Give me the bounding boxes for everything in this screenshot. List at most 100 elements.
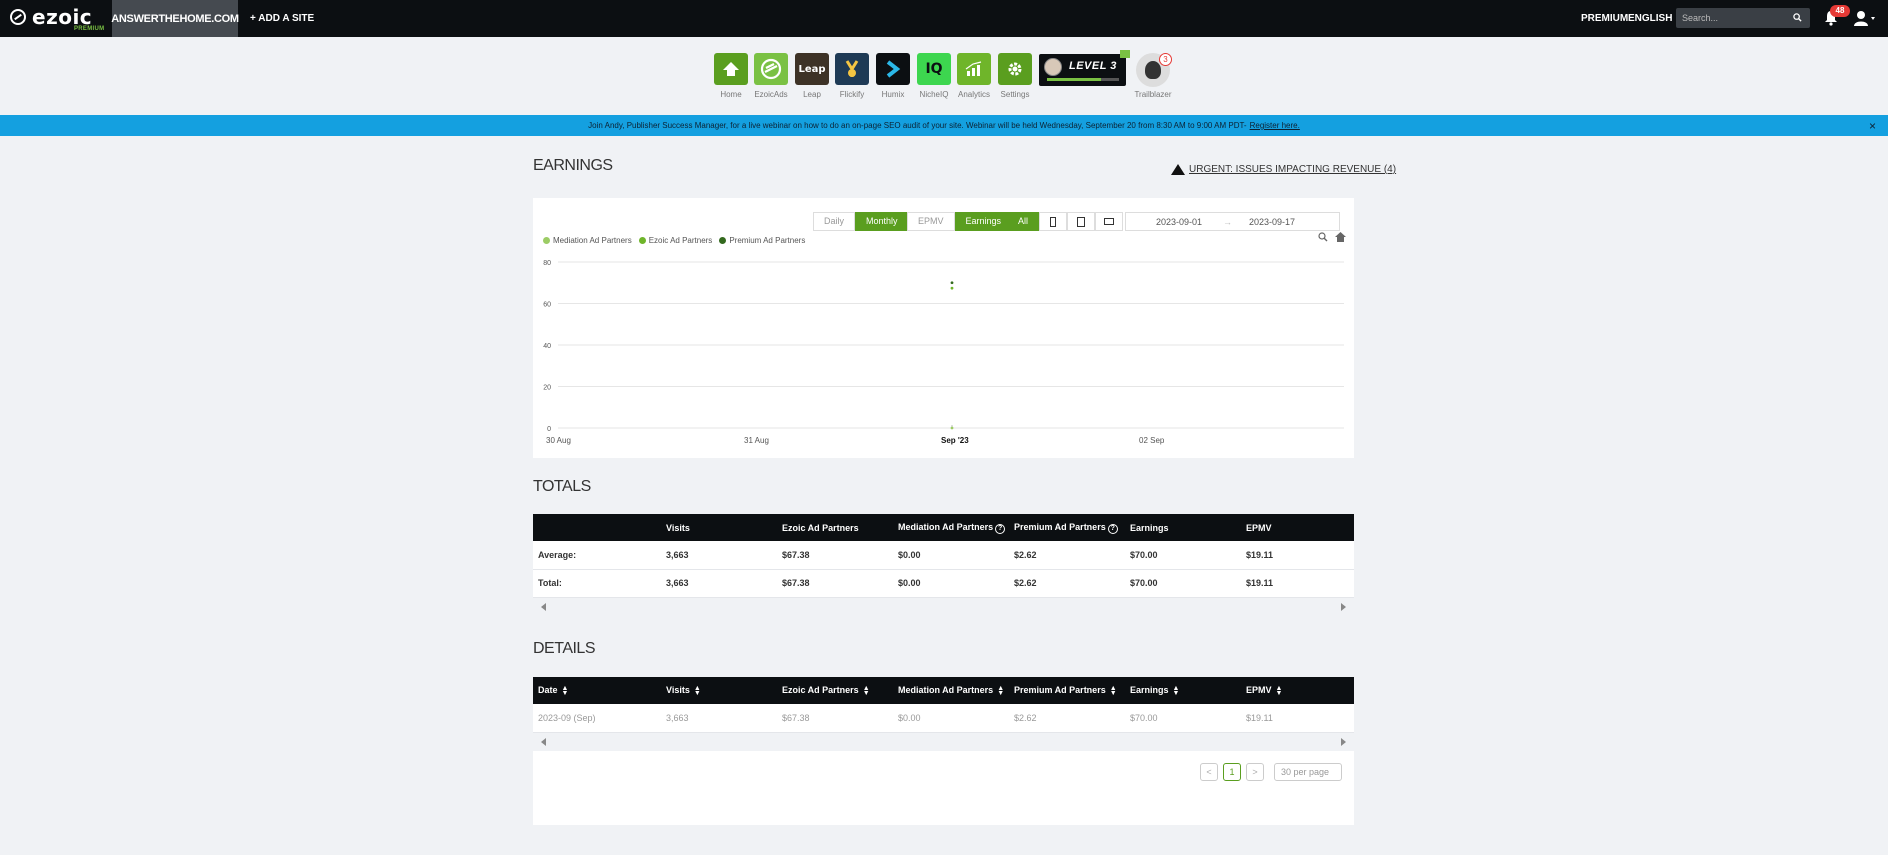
- sortable-header-earnings[interactable]: Earnings ▲ ▼: [1125, 677, 1241, 704]
- app-tile: [754, 53, 788, 85]
- add-site-link[interactable]: + ADD A SITE: [250, 0, 314, 37]
- table-row[interactable]: 2023-09 (Sep) 3,663 $67.38 $0.00 $2.62 $…: [533, 704, 1354, 733]
- search-input[interactable]: [1682, 11, 1782, 25]
- gear-icon: [1008, 62, 1022, 76]
- cell: 3,663: [661, 569, 777, 598]
- app-tile: [835, 53, 869, 85]
- sortable-header-date[interactable]: Date ▲ ▼: [533, 677, 661, 704]
- premium-link[interactable]: PREMIUM: [1581, 0, 1628, 37]
- app-nicheiq[interactable]: IQ NicheIQ: [917, 53, 951, 99]
- app-humix[interactable]: Humix: [876, 53, 910, 99]
- cell: $0.00: [893, 541, 1009, 570]
- app-tile: Leap: [795, 53, 829, 85]
- col-header-label: EPMV: [1246, 685, 1272, 696]
- cell: $19.11: [1241, 704, 1354, 733]
- app-tile: [714, 53, 748, 85]
- user-icon: [1854, 11, 1875, 26]
- details-title: DETAILS: [533, 640, 596, 657]
- table-header-row: Date ▲ ▼ Visits ▲ ▼ Ezoic Ad Partners ▲ ▼ Medi…: [533, 677, 1354, 704]
- col-header-premium: Premium Ad Partners?: [1009, 514, 1125, 541]
- user-menu[interactable]: [1854, 10, 1876, 26]
- app-label: Settings: [1000, 90, 1030, 99]
- earnings-title: EARNINGS: [533, 157, 613, 174]
- scroll-left-icon[interactable]: [541, 737, 546, 746]
- cell: 3,663: [661, 541, 777, 570]
- sortable-header-premium[interactable]: Premium Ad Partners ▲ ▼: [1009, 677, 1125, 704]
- level-widget[interactable]: LEVEL 3: [1039, 50, 1130, 86]
- close-icon[interactable]: ×: [1869, 119, 1876, 133]
- col-header: Ezoic Ad Partners: [777, 514, 893, 541]
- y-tick-label: 80: [543, 260, 551, 267]
- horizontal-scrollbar[interactable]: [533, 732, 1354, 751]
- trailblazer-badge[interactable]: 3 Trailblazer: [1133, 53, 1173, 99]
- col-header-mediation: Mediation Ad Partners?: [893, 514, 1009, 541]
- cell: 3,663: [661, 704, 777, 733]
- table-row: Total: 3,663 $67.38 $0.00 $2.62 $70.00 $…: [533, 569, 1354, 598]
- per-page-select[interactable]: 30 per page: [1274, 763, 1342, 781]
- cell: $70.00: [1125, 704, 1241, 733]
- register-link[interactable]: Register here.: [1250, 121, 1300, 130]
- language-selector[interactable]: ENGLISH: [1628, 0, 1683, 37]
- cell: $70.00: [1125, 569, 1241, 598]
- cell: $2.62: [1009, 569, 1125, 598]
- x-tick-label: 02 Sep: [1139, 436, 1165, 445]
- top-navbar: ezoic PREMIUM ANSWERTHEHOME.COM + ADD A …: [0, 0, 1888, 37]
- cell: $67.38: [777, 541, 893, 570]
- warning-icon: [1171, 164, 1185, 175]
- app-ezoicads[interactable]: EzoicAds: [754, 53, 788, 99]
- sort-icon: ▲ ▼: [997, 684, 1005, 697]
- cell: 2023-09 (Sep): [533, 704, 661, 733]
- banner-text: Join Andy, Publisher Success Manager, fo…: [588, 121, 1247, 130]
- table-row: Average: 3,663 $67.38 $0.00 $2.62 $70.00…: [533, 541, 1354, 570]
- level-progress-bar: [1047, 78, 1119, 81]
- y-tick-label: 40: [543, 343, 551, 350]
- scroll-right-icon[interactable]: [1341, 602, 1346, 611]
- horizontal-scrollbar[interactable]: [533, 597, 1354, 616]
- sort-icon: ▲ ▼: [1109, 684, 1117, 697]
- prev-page-button[interactable]: <: [1200, 763, 1218, 781]
- earnings-chart-card: Daily Monthly EPMV Earnings All 2023-09-…: [533, 198, 1354, 458]
- app-flickify[interactable]: Flickify: [835, 53, 869, 99]
- sortable-header-ezoic[interactable]: Ezoic Ad Partners ▲ ▼: [777, 677, 893, 704]
- sortable-header-visits[interactable]: Visits ▲ ▼: [661, 677, 777, 704]
- cell: $0.00: [893, 704, 1009, 733]
- scroll-right-icon[interactable]: [1341, 737, 1346, 746]
- page-1-button[interactable]: 1: [1223, 763, 1241, 781]
- help-icon[interactable]: ?: [995, 523, 1006, 534]
- next-page-button[interactable]: >: [1246, 763, 1264, 781]
- scroll-left-icon[interactable]: [541, 602, 546, 611]
- cell: $19.11: [1241, 541, 1354, 570]
- app-leap[interactable]: Leap Leap: [795, 53, 829, 99]
- trailblazer-count: 3: [1159, 53, 1172, 66]
- app-tile: [957, 53, 991, 85]
- app-tile: IQ: [917, 53, 951, 85]
- search-icon[interactable]: [1793, 13, 1802, 22]
- col-header-label: Premium Ad Partners: [1014, 685, 1106, 696]
- cell: $67.38: [777, 569, 893, 598]
- app-home[interactable]: Home: [714, 53, 748, 99]
- sort-icon: ▲ ▼: [693, 684, 701, 697]
- app-settings[interactable]: Settings: [998, 53, 1032, 99]
- cell: $67.38: [777, 704, 893, 733]
- table-header-row: Visits Ezoic Ad Partners Mediation Ad Pa…: [533, 514, 1354, 541]
- x-tick-label: 30 Aug: [546, 436, 571, 445]
- ezoic-logo[interactable]: ezoic PREMIUM: [10, 5, 104, 33]
- urgent-text: URGENT: ISSUES IMPACTING REVENUE (4): [1189, 164, 1397, 175]
- envelope-icon[interactable]: [1120, 50, 1130, 58]
- totals-table: Visits Ezoic Ad Partners Mediation Ad Pa…: [533, 514, 1354, 598]
- ezoic-logo-icon: [10, 9, 26, 25]
- sortable-header-epmv[interactable]: EPMV ▲ ▼: [1241, 677, 1354, 704]
- site-selector[interactable]: ANSWERTHEHOME.COM: [111, 0, 239, 37]
- sort-icon: ▲ ▼: [561, 684, 569, 697]
- help-icon[interactable]: ?: [1107, 523, 1118, 534]
- app-analytics[interactable]: Analytics: [957, 53, 991, 99]
- row-label: Average:: [533, 541, 661, 570]
- ezoicads-icon: [760, 58, 782, 80]
- app-tile: [876, 53, 910, 85]
- col-header-label: Mediation Ad Partners: [898, 521, 994, 532]
- details-card: Date ▲ ▼ Visits ▲ ▼ Ezoic Ad Partners ▲ ▼ Medi…: [533, 677, 1354, 825]
- pagination: < 1 > 30 per page: [1200, 763, 1342, 781]
- urgent-issues-link[interactable]: URGENT: ISSUES IMPACTING REVENUE (4): [1171, 164, 1396, 175]
- analytics-icon: [965, 61, 982, 76]
- sortable-header-mediation[interactable]: Mediation Ad Partners ▲ ▼: [893, 677, 1009, 704]
